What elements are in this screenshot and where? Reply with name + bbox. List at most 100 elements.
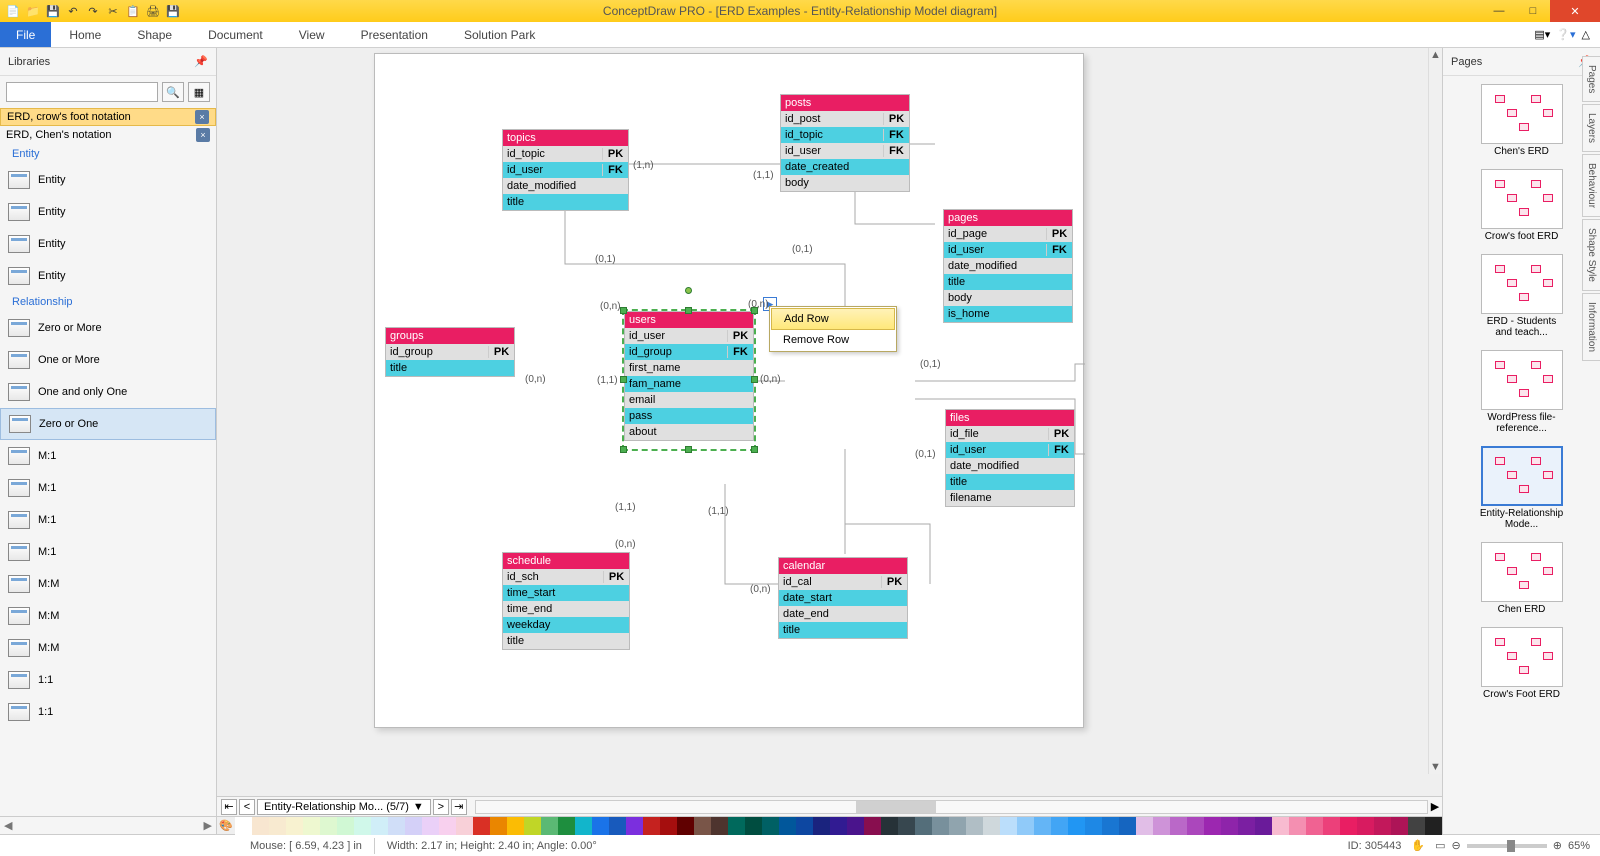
- scroll-down-icon[interactable]: ▼: [1429, 760, 1442, 774]
- qat-copy-icon[interactable]: 📋: [124, 2, 142, 20]
- entity-files[interactable]: files id_filePK id_userFK date_modified …: [945, 409, 1075, 507]
- color-swatch[interactable]: [898, 817, 915, 835]
- entity-posts[interactable]: posts id_postPK id_topicFK id_userFK dat…: [780, 94, 910, 192]
- side-tab-behaviour[interactable]: Behaviour: [1582, 154, 1600, 217]
- lib-item-11[interactable]: 1:1: [0, 664, 216, 696]
- color-swatch[interactable]: [813, 817, 830, 835]
- color-swatch[interactable]: [422, 817, 439, 835]
- color-swatch[interactable]: [745, 817, 762, 835]
- tab-solution-park[interactable]: Solution Park: [446, 22, 553, 47]
- entity-topics[interactable]: topics id_topicPK id_userFK date_modifie…: [502, 129, 629, 211]
- horizontal-scrollbar[interactable]: [475, 800, 1428, 814]
- pin-icon[interactable]: 📌: [194, 55, 208, 68]
- file-tab[interactable]: File: [0, 22, 51, 47]
- color-swatch[interactable]: [1323, 817, 1340, 835]
- lib-item-11[interactable]: 1:1: [0, 696, 216, 728]
- color-swatch[interactable]: [847, 817, 864, 835]
- scroll-right-icon[interactable]: ▶: [1428, 800, 1442, 813]
- color-swatch[interactable]: [677, 817, 694, 835]
- color-swatch[interactable]: [1187, 817, 1204, 835]
- color-swatch[interactable]: [320, 817, 337, 835]
- help-icon[interactable]: ❔▾: [1556, 28, 1575, 41]
- lib-item-m1[interactable]: M:1: [0, 536, 216, 568]
- color-swatch[interactable]: [235, 817, 252, 835]
- color-swatch[interactable]: [728, 817, 745, 835]
- library-view-icon[interactable]: ▦: [188, 82, 210, 102]
- color-swatch[interactable]: [286, 817, 303, 835]
- color-swatch[interactable]: [388, 817, 405, 835]
- color-swatch[interactable]: [779, 817, 796, 835]
- color-swatch[interactable]: [983, 817, 1000, 835]
- page-thumbnail[interactable]: WordPress file-reference...: [1478, 350, 1566, 434]
- color-swatch[interactable]: [1170, 817, 1187, 835]
- close-icon[interactable]: ×: [196, 128, 210, 142]
- color-swatch[interactable]: [1340, 817, 1357, 835]
- color-swatch[interactable]: [660, 817, 677, 835]
- lib-item-entity[interactable]: Entity: [0, 228, 216, 260]
- color-swatch[interactable]: [490, 817, 507, 835]
- entity-pages[interactable]: pages id_pagePK id_userFK date_modified …: [943, 209, 1073, 323]
- zoom-in-icon[interactable]: ⊕: [1553, 839, 1562, 852]
- color-swatch[interactable]: [1153, 817, 1170, 835]
- color-swatch[interactable]: [1306, 817, 1323, 835]
- lib-item-mm[interactable]: M:M: [0, 632, 216, 664]
- color-swatch[interactable]: [1136, 817, 1153, 835]
- color-swatch[interactable]: [1357, 817, 1374, 835]
- color-swatch[interactable]: [1119, 817, 1136, 835]
- color-swatch[interactable]: [830, 817, 847, 835]
- page-thumbnail[interactable]: Crow's Foot ERD: [1478, 627, 1566, 700]
- color-swatch[interactable]: [1017, 817, 1034, 835]
- qat-open-icon[interactable]: 📁: [24, 2, 42, 20]
- collapse-ribbon-icon[interactable]: △: [1582, 28, 1590, 41]
- color-swatch[interactable]: [949, 817, 966, 835]
- search-icon[interactable]: 🔍: [162, 82, 184, 102]
- lib-item-zero-or-more[interactable]: Zero or More: [0, 312, 216, 344]
- page-last-icon[interactable]: ⇥: [451, 799, 467, 815]
- zoom-out-icon[interactable]: ⊖: [1452, 839, 1461, 852]
- color-swatch[interactable]: [864, 817, 881, 835]
- lib-item-mm[interactable]: M:M: [0, 568, 216, 600]
- color-swatch[interactable]: [932, 817, 949, 835]
- entity-users[interactable]: users id_userPK id_groupFK first_name fa…: [624, 311, 754, 441]
- color-swatch[interactable]: [1272, 817, 1289, 835]
- color-swatch[interactable]: [1068, 817, 1085, 835]
- lib-item-m1[interactable]: M:1: [0, 472, 216, 504]
- library-tag-crows-foot[interactable]: ERD, crow's foot notation ×: [0, 108, 216, 126]
- tab-shape[interactable]: Shape: [119, 22, 190, 47]
- entity-calendar[interactable]: calendar id_calPK date_start date_end ti…: [778, 557, 908, 639]
- color-swatch[interactable]: [1408, 817, 1425, 835]
- qat-saveall-icon[interactable]: 💾: [164, 2, 182, 20]
- color-swatch[interactable]: [1051, 817, 1068, 835]
- vertical-scrollbar[interactable]: ▲ ▼: [1428, 48, 1442, 774]
- page-thumbnail[interactable]: Entity-Relationship Mode...: [1478, 446, 1566, 530]
- color-swatch[interactable]: [915, 817, 932, 835]
- page-thumbnail[interactable]: ERD - Students and teach...: [1478, 254, 1566, 338]
- page-thumbnail[interactable]: Chen's ERD: [1478, 84, 1566, 157]
- fit-page-icon[interactable]: ▭: [1435, 839, 1445, 852]
- palette-picker-icon[interactable]: 🎨: [217, 817, 235, 834]
- lib-item-mm[interactable]: M:M: [0, 600, 216, 632]
- menu-add-row[interactable]: Add Row: [771, 308, 895, 330]
- tab-home[interactable]: Home: [51, 22, 119, 47]
- lib-item-entity[interactable]: Entity: [0, 260, 216, 292]
- hand-tool-icon[interactable]: ✋: [1411, 839, 1425, 852]
- page-first-icon[interactable]: ⇤: [221, 799, 237, 815]
- lib-item-one-and-only-one[interactable]: One and only One: [0, 376, 216, 408]
- color-swatch[interactable]: [796, 817, 813, 835]
- color-swatch[interactable]: [473, 817, 490, 835]
- tab-view[interactable]: View: [281, 22, 343, 47]
- color-swatch[interactable]: [405, 817, 422, 835]
- color-swatch[interactable]: [524, 817, 541, 835]
- side-tab-layers[interactable]: Layers: [1582, 104, 1600, 152]
- color-swatch[interactable]: [337, 817, 354, 835]
- libraries-hscroll[interactable]: ◀▶: [0, 816, 216, 834]
- color-swatch[interactable]: [252, 817, 269, 835]
- color-swatch[interactable]: [1238, 817, 1255, 835]
- color-swatch[interactable]: [1102, 817, 1119, 835]
- page-thumbnail[interactable]: Crow's foot ERD: [1478, 169, 1566, 242]
- color-swatch[interactable]: [1085, 817, 1102, 835]
- qat-save-icon[interactable]: 💾: [44, 2, 62, 20]
- lib-item-zero-or-one[interactable]: Zero or One: [0, 408, 216, 440]
- color-swatch[interactable]: [1391, 817, 1408, 835]
- close-button[interactable]: ✕: [1550, 0, 1600, 22]
